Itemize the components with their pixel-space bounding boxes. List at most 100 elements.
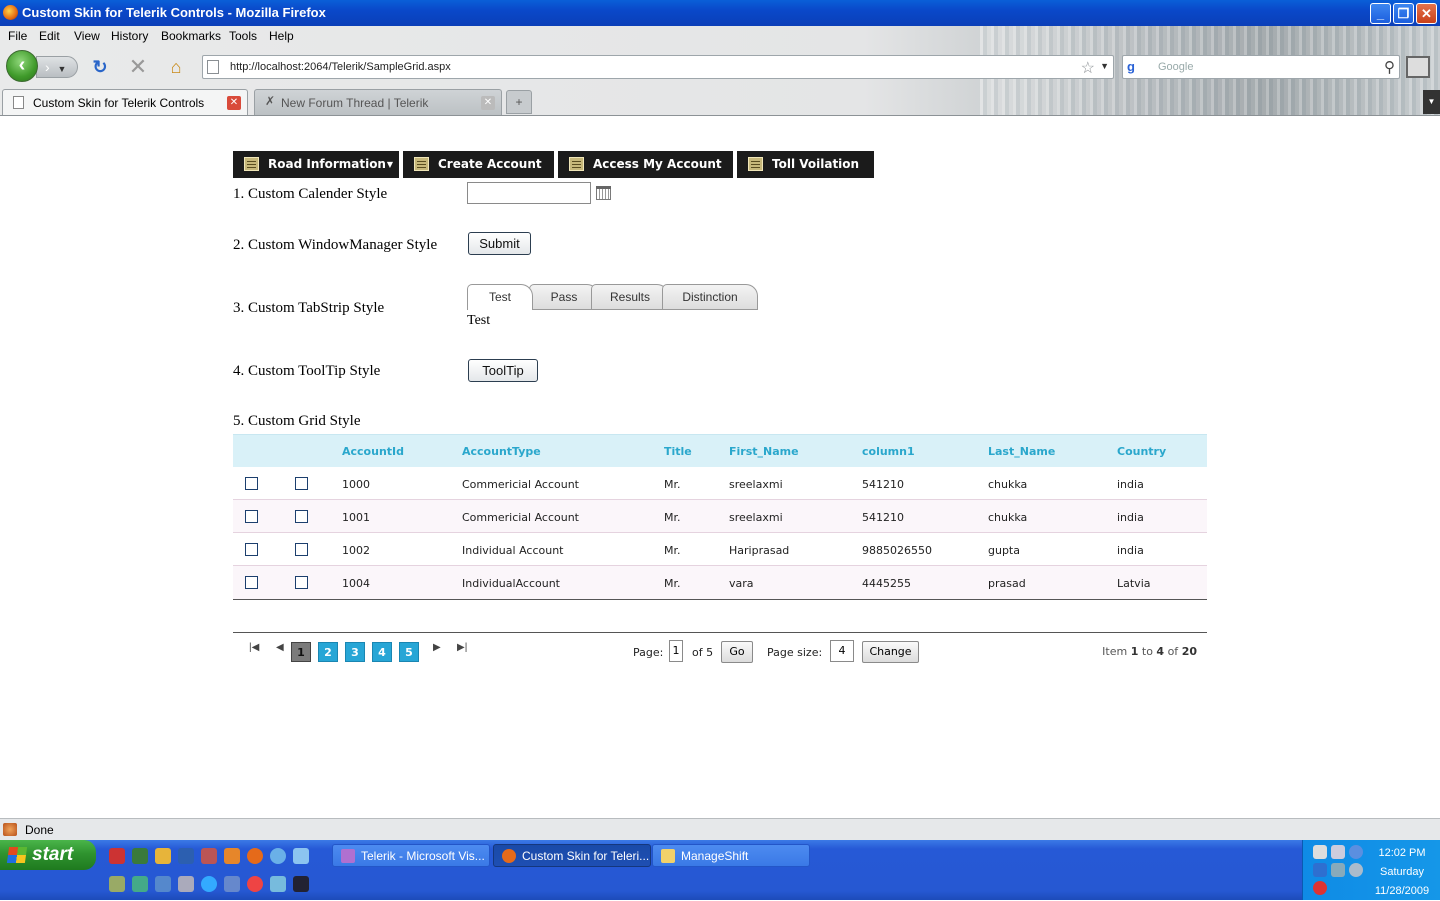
submit-button[interactable]: Submit (468, 232, 531, 255)
change-button[interactable]: Change (862, 641, 919, 663)
maximize-button[interactable]: ❐ (1393, 3, 1414, 24)
quicklaunch-firefox-icon[interactable] (247, 848, 263, 864)
taskbar-item-manageshift[interactable]: ManageShift (652, 844, 810, 867)
menu-bookmarks[interactable]: Bookmarks (161, 29, 221, 43)
menu-help[interactable]: Help (269, 29, 294, 43)
column-header-title[interactable]: Title (664, 445, 692, 458)
quicklaunch-app5-icon[interactable] (155, 876, 171, 892)
column-header-accounttype[interactable]: AccountType (462, 445, 541, 458)
new-tab-icon[interactable]: + (506, 90, 532, 114)
tab-test[interactable]: Test (467, 284, 533, 310)
quicklaunch-excel-icon[interactable] (132, 848, 148, 864)
volume-icon[interactable] (1331, 845, 1345, 859)
window-restore-icon[interactable] (1406, 56, 1430, 78)
home-icon[interactable]: ⌂ (165, 56, 187, 78)
quicklaunch-app7-icon[interactable] (270, 876, 286, 892)
quicklaunch-word-icon[interactable] (178, 848, 194, 864)
quicklaunch-media-icon[interactable] (270, 848, 286, 864)
table-row[interactable]: 1002 Individual Account Mr. Hariprasad 9… (233, 533, 1207, 566)
url-dropdown-icon[interactable]: ▼ (1100, 61, 1109, 71)
prev-page-icon[interactable]: ◀ (276, 642, 284, 653)
search-input[interactable]: Google (1158, 61, 1193, 73)
quicklaunch-outlook-icon[interactable] (155, 848, 171, 864)
row-edit-checkbox[interactable] (295, 576, 308, 589)
menu-history[interactable]: History (111, 29, 148, 43)
stop-icon[interactable]: ✕ (127, 56, 149, 78)
page-size-input[interactable]: 4 (830, 640, 854, 662)
page-1-button[interactable]: 1 (291, 642, 311, 662)
menu-edit[interactable]: Edit (39, 29, 60, 43)
tab-results[interactable]: Results (591, 284, 669, 310)
next-page-icon[interactable]: ▶ (433, 642, 441, 653)
quicklaunch-app4-icon[interactable] (132, 876, 148, 892)
tray-app-icon[interactable] (1313, 863, 1327, 877)
bookmark-star-icon[interactable]: ☆ (1081, 58, 1095, 78)
quicklaunch-app2-icon[interactable] (201, 848, 217, 864)
tray-app3-icon[interactable] (1349, 863, 1363, 877)
forward-button[interactable]: › ▼ (36, 56, 78, 78)
column-header-column1[interactable]: column1 (862, 445, 915, 458)
menu-file[interactable]: File (8, 29, 27, 43)
menu-toll-voilation[interactable]: Toll Voilation (737, 151, 874, 178)
google-icon[interactable]: g (1127, 59, 1143, 75)
tooltip-button[interactable]: ToolTip (468, 359, 538, 382)
column-header-first-name[interactable]: First_Name (729, 445, 799, 458)
close-tab-icon[interactable]: ✕ (481, 96, 495, 110)
search-icon[interactable]: ⚲ (1384, 58, 1395, 76)
taskbar-item-firefox[interactable]: Custom Skin for Teleri... (493, 844, 651, 867)
last-page-icon[interactable]: ▶| (457, 642, 467, 653)
row-select-checkbox[interactable] (245, 510, 258, 523)
menu-access-my-account[interactable]: Access My Account (558, 151, 733, 178)
address-bar[interactable]: http://localhost:2064/Telerik/SampleGrid… (202, 55, 1114, 79)
row-select-checkbox[interactable] (245, 543, 258, 556)
row-edit-checkbox[interactable] (295, 510, 308, 523)
taskbar-item-visual-studio[interactable]: Telerik - Microsoft Vis... (332, 844, 490, 867)
page-2-button[interactable]: 2 (318, 642, 338, 662)
table-row[interactable]: 1001 Commericial Account Mr. sreelaxmi 5… (233, 500, 1207, 533)
quicklaunch-app3-icon[interactable] (109, 876, 125, 892)
menu-road-information[interactable]: Road Information ▼ (233, 151, 399, 178)
info-icon[interactable] (1349, 845, 1363, 859)
quicklaunch-ie-icon[interactable] (201, 876, 217, 892)
column-header-country[interactable]: Country (1117, 445, 1166, 458)
row-edit-checkbox[interactable] (295, 543, 308, 556)
close-tab-icon[interactable]: ✕ (227, 96, 241, 110)
column-header-last-name[interactable]: Last_Name (988, 445, 1055, 458)
page-5-button[interactable]: 5 (399, 642, 419, 662)
row-edit-checkbox[interactable] (295, 477, 308, 490)
row-select-checkbox[interactable] (245, 576, 258, 589)
reload-icon[interactable]: ↻ (89, 56, 111, 78)
go-button[interactable]: Go (721, 641, 753, 663)
page-4-button[interactable]: 4 (372, 642, 392, 662)
quicklaunch-app-icon[interactable] (109, 848, 125, 864)
quicklaunch-tools-icon[interactable] (178, 876, 194, 892)
start-button[interactable]: start (0, 840, 96, 870)
url-text[interactable]: http://localhost:2064/Telerik/SampleGrid… (230, 61, 451, 73)
quicklaunch-photoshop-icon[interactable] (293, 876, 309, 892)
table-row[interactable]: 1000 Commericial Account Mr. sreelaxmi 5… (233, 467, 1207, 500)
row-select-checkbox[interactable] (245, 477, 258, 490)
minimize-button[interactable]: _ (1370, 3, 1391, 24)
menu-tools[interactable]: Tools (229, 29, 257, 43)
calendar-icon[interactable] (596, 186, 611, 200)
column-header-accountid[interactable]: AccountId (342, 445, 404, 458)
page-3-button[interactable]: 3 (345, 642, 365, 662)
quicklaunch-chrome-icon[interactable] (247, 876, 263, 892)
security-shield-icon[interactable] (1313, 881, 1327, 895)
back-button[interactable]: ‹ (6, 50, 38, 82)
first-page-icon[interactable]: |◀ (249, 642, 259, 653)
network-icon[interactable] (1313, 845, 1327, 859)
close-window-button[interactable]: ✕ (1416, 3, 1437, 24)
page-number-input[interactable]: 1 (669, 640, 683, 662)
search-bar[interactable]: g Google ⚲ (1122, 55, 1400, 79)
menu-view[interactable]: View (74, 29, 100, 43)
tab-list-icon[interactable]: ▼ (1423, 90, 1440, 114)
menu-create-account[interactable]: Create Account (403, 151, 554, 178)
tab-forum-thread[interactable]: ✗ New Forum Thread | Telerik ✕ (254, 89, 502, 115)
quicklaunch-app6-icon[interactable] (224, 876, 240, 892)
quicklaunch-docs-icon[interactable] (293, 848, 309, 864)
quicklaunch-paint-icon[interactable] (224, 848, 240, 864)
tab-distinction[interactable]: Distinction (662, 284, 758, 310)
table-row[interactable]: 1004 IndividualAccount Mr. vara 4445255 … (233, 566, 1207, 599)
tab-custom-skin[interactable]: Custom Skin for Telerik Controls ✕ (2, 89, 248, 115)
